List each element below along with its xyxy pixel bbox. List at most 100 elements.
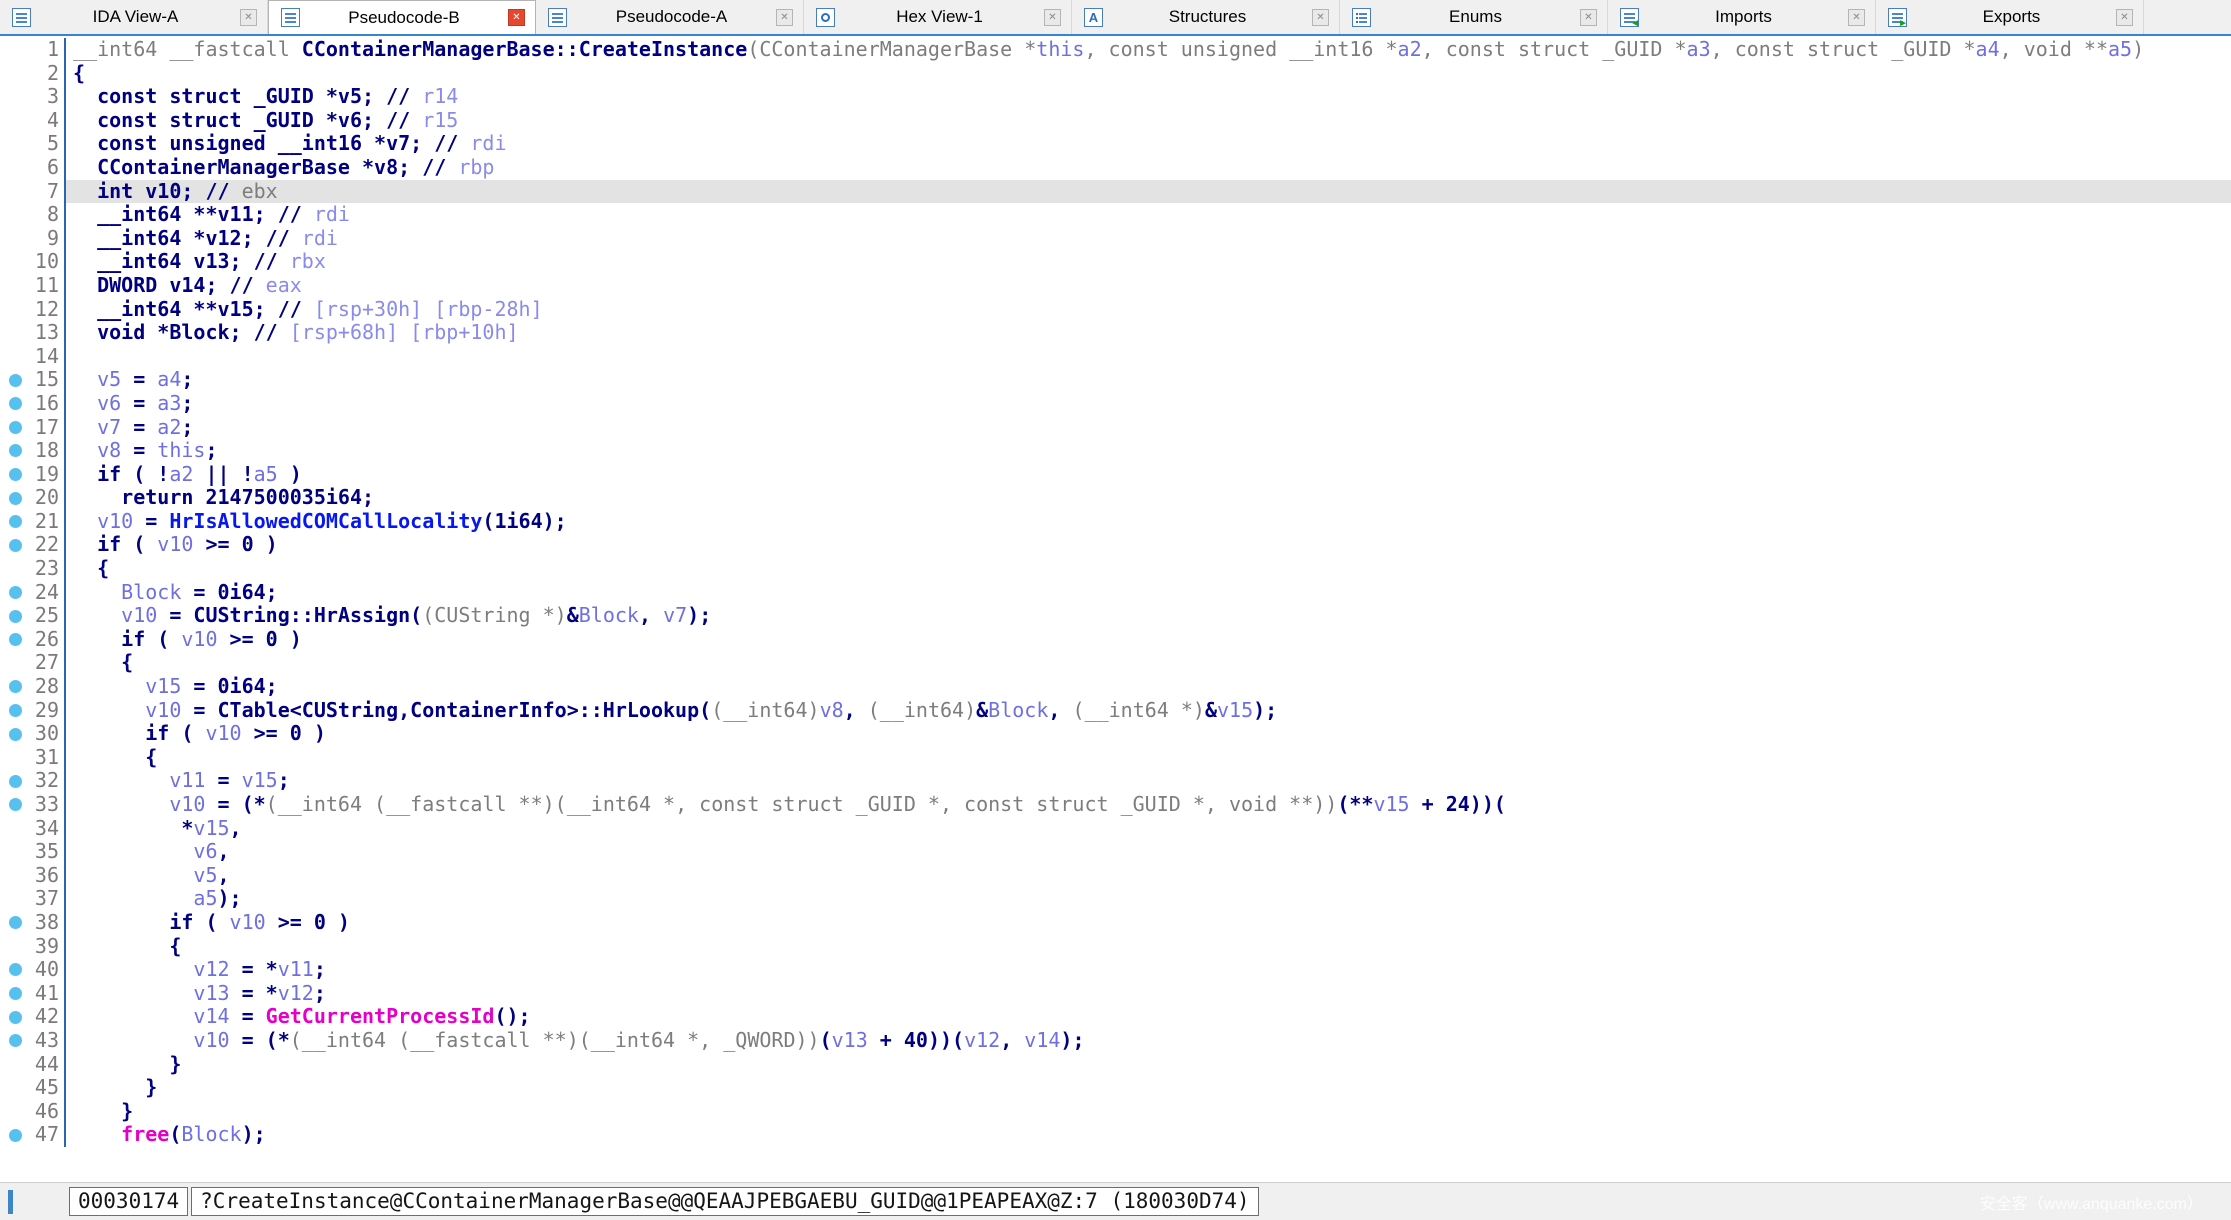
breakpoint-gutter[interactable] [0, 557, 30, 581]
code-text[interactable]: } [66, 1100, 2231, 1124]
breakpoint-dot[interactable] [0, 604, 30, 628]
close-icon[interactable]: ✕ [508, 9, 525, 26]
breakpoint-dot[interactable] [0, 793, 30, 817]
code-text[interactable]: v10 = (*(__int64 (__fastcall **)(__int64… [66, 1029, 2231, 1053]
breakpoint-gutter[interactable] [0, 1076, 30, 1100]
breakpoint-dot-icon[interactable] [9, 610, 22, 623]
breakpoint-gutter[interactable] [0, 180, 30, 204]
code-text[interactable]: if ( v10 >= 0 ) [66, 533, 2231, 557]
breakpoint-dot[interactable] [0, 699, 30, 723]
breakpoint-gutter[interactable] [0, 274, 30, 298]
code-text[interactable]: { [66, 746, 2231, 770]
code-text[interactable]: v10 = HrIsAllowedCOMCallLocality(1i64); [66, 510, 2231, 534]
breakpoint-dot[interactable] [0, 368, 30, 392]
breakpoint-dot-icon[interactable] [9, 728, 22, 741]
breakpoint-dot[interactable] [0, 392, 30, 416]
breakpoint-gutter[interactable] [0, 227, 30, 251]
code-text[interactable]: { [66, 935, 2231, 959]
breakpoint-dot[interactable] [0, 628, 30, 652]
breakpoint-dot-icon[interactable] [9, 539, 22, 552]
code-text[interactable]: v6 = a3; [66, 392, 2231, 416]
breakpoint-gutter[interactable] [0, 85, 30, 109]
close-icon[interactable]: ✕ [2116, 9, 2133, 26]
code-text[interactable]: v13 = *v12; [66, 982, 2231, 1006]
code-text[interactable]: __int64 **v15; // [rsp+30h] [rbp-28h] [66, 298, 2231, 322]
breakpoint-gutter[interactable] [0, 250, 30, 274]
code-text[interactable]: __int64 **v11; // rdi [66, 203, 2231, 227]
breakpoint-gutter[interactable] [0, 935, 30, 959]
code-text[interactable]: __int64 v13; // rbx [66, 250, 2231, 274]
code-text[interactable]: DWORD v14; // eax [66, 274, 2231, 298]
breakpoint-dot-icon[interactable] [9, 397, 22, 410]
code-text[interactable] [66, 345, 2231, 369]
breakpoint-dot[interactable] [0, 1029, 30, 1053]
breakpoint-dot[interactable] [0, 1005, 30, 1029]
breakpoint-gutter[interactable] [0, 651, 30, 675]
breakpoint-dot[interactable] [0, 675, 30, 699]
tab-pseudocode-a[interactable]: Pseudocode-A✕ [536, 0, 804, 34]
tab-imports[interactable]: Imports✕ [1608, 0, 1876, 34]
breakpoint-dot[interactable] [0, 911, 30, 935]
breakpoint-gutter[interactable] [0, 132, 30, 156]
code-text[interactable]: CContainerManagerBase *v8; // rbp [66, 156, 2231, 180]
breakpoint-dot-icon[interactable] [9, 421, 22, 434]
breakpoint-dot-icon[interactable] [9, 515, 22, 528]
breakpoint-dot[interactable] [0, 1123, 30, 1147]
breakpoint-dot[interactable] [0, 722, 30, 746]
breakpoint-dot-icon[interactable] [9, 374, 22, 387]
breakpoint-gutter[interactable] [0, 38, 30, 62]
tab-hex-view-1[interactable]: Hex View-1✕ [804, 0, 1072, 34]
tab-pseudocode-b[interactable]: Pseudocode-B✕ [268, 0, 536, 34]
code-text[interactable]: free(Block); [66, 1123, 2231, 1147]
breakpoint-gutter[interactable] [0, 62, 30, 86]
code-text[interactable]: v7 = a2; [66, 416, 2231, 440]
code-text[interactable]: int v10; // ebx [66, 180, 2231, 204]
breakpoint-dot-icon[interactable] [9, 704, 22, 717]
breakpoint-gutter[interactable] [0, 1100, 30, 1124]
code-text[interactable]: { [66, 557, 2231, 581]
breakpoint-gutter[interactable] [0, 817, 30, 841]
code-text[interactable]: if ( v10 >= 0 ) [66, 722, 2231, 746]
tab-structures[interactable]: Structures✕ [1072, 0, 1340, 34]
breakpoint-dot[interactable] [0, 769, 30, 793]
breakpoint-gutter[interactable] [0, 156, 30, 180]
code-text[interactable]: const struct _GUID *v6; // r15 [66, 109, 2231, 133]
close-icon[interactable]: ✕ [1848, 9, 1865, 26]
breakpoint-dot-icon[interactable] [9, 1011, 22, 1024]
close-icon[interactable]: ✕ [240, 9, 257, 26]
breakpoint-gutter[interactable] [0, 298, 30, 322]
code-text[interactable]: return 2147500035i64; [66, 486, 2231, 510]
code-text[interactable]: __int64 __fastcall CContainerManagerBase… [66, 38, 2231, 62]
code-text[interactable]: { [66, 651, 2231, 675]
breakpoint-dot-icon[interactable] [9, 798, 22, 811]
close-icon[interactable]: ✕ [1044, 9, 1061, 26]
breakpoint-dot-icon[interactable] [9, 468, 22, 481]
code-text[interactable]: if ( v10 >= 0 ) [66, 628, 2231, 652]
breakpoint-dot[interactable] [0, 581, 30, 605]
breakpoint-dot-icon[interactable] [9, 586, 22, 599]
code-text[interactable]: v8 = this; [66, 439, 2231, 463]
tab-ida-view-a[interactable]: IDA View-A✕ [0, 0, 268, 34]
code-text[interactable]: v6, [66, 840, 2231, 864]
breakpoint-dot[interactable] [0, 416, 30, 440]
breakpoint-dot[interactable] [0, 439, 30, 463]
code-text[interactable]: const unsigned __int16 *v7; // rdi [66, 132, 2231, 156]
breakpoint-dot[interactable] [0, 510, 30, 534]
code-text[interactable]: v10 = (*(__int64 (__fastcall **)(__int64… [66, 793, 2231, 817]
breakpoint-dot-icon[interactable] [9, 444, 22, 457]
code-text[interactable]: Block = 0i64; [66, 581, 2231, 605]
breakpoint-dot[interactable] [0, 486, 30, 510]
breakpoint-gutter[interactable] [0, 345, 30, 369]
breakpoint-dot-icon[interactable] [9, 1034, 22, 1047]
code-text[interactable]: v11 = v15; [66, 769, 2231, 793]
code-text[interactable]: __int64 *v12; // rdi [66, 227, 2231, 251]
code-text[interactable]: a5); [66, 887, 2231, 911]
code-text[interactable]: const struct _GUID *v5; // r14 [66, 85, 2231, 109]
tab-exports[interactable]: Exports✕ [1876, 0, 2144, 34]
breakpoint-dot-icon[interactable] [9, 633, 22, 646]
code-text[interactable]: v12 = *v11; [66, 958, 2231, 982]
code-text[interactable]: v10 = CTable<CUString,ContainerInfo>::Hr… [66, 699, 2231, 723]
breakpoint-dot[interactable] [0, 533, 30, 557]
close-icon[interactable]: ✕ [1580, 9, 1597, 26]
breakpoint-gutter[interactable] [0, 840, 30, 864]
